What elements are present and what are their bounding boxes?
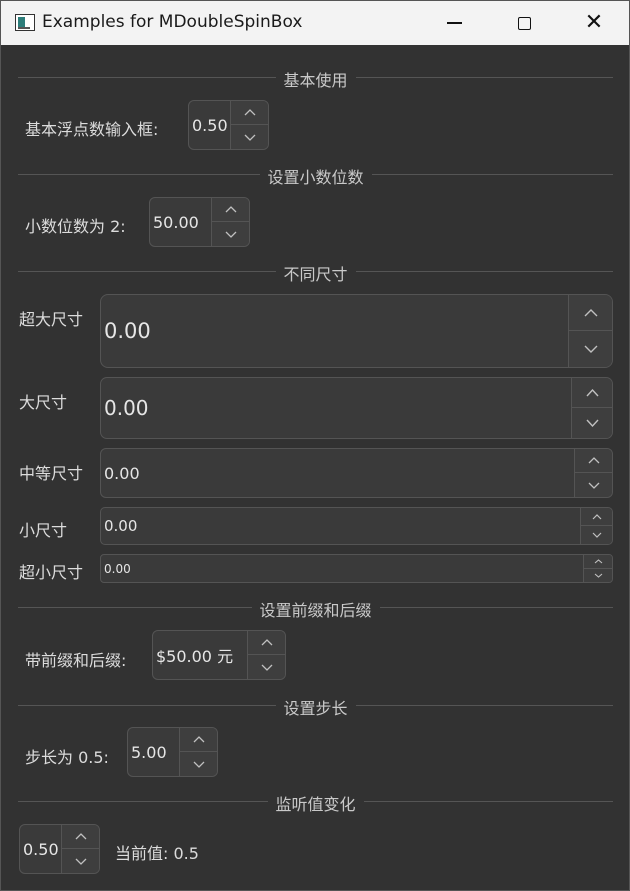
window-title: Examples for MDoubleSpinBox bbox=[42, 12, 303, 32]
decrement-button[interactable] bbox=[581, 526, 612, 544]
large-spinbox[interactable]: 0.00 bbox=[100, 377, 613, 439]
maximize-icon bbox=[517, 16, 531, 30]
basic-spinbox[interactable]: 0.50 bbox=[188, 100, 269, 150]
chevron-up-icon bbox=[592, 513, 602, 520]
section-title: 设置小数位数 bbox=[259, 164, 372, 188]
decrement-button[interactable] bbox=[569, 331, 612, 367]
chevron-down-icon bbox=[225, 231, 237, 238]
chevron-down-icon bbox=[244, 134, 256, 141]
chevron-up-icon bbox=[244, 109, 256, 116]
maximize-button[interactable] bbox=[489, 1, 559, 45]
spinbox-value[interactable]: 50.00 bbox=[153, 198, 199, 246]
decrement-button[interactable] bbox=[62, 849, 99, 873]
spinbox-value[interactable]: 0.00 bbox=[104, 555, 131, 582]
chevron-down-icon bbox=[594, 573, 603, 578]
section-title: 监听值变化 bbox=[267, 791, 364, 815]
decrement-button[interactable] bbox=[231, 125, 268, 149]
decrement-button[interactable] bbox=[575, 473, 612, 497]
close-button[interactable]: ✕ bbox=[559, 1, 629, 45]
chevron-up-icon bbox=[225, 206, 237, 213]
increment-button[interactable] bbox=[212, 198, 249, 222]
decrement-button[interactable] bbox=[180, 752, 217, 776]
chevron-down-icon bbox=[588, 482, 600, 489]
huge-spinbox[interactable]: 0.00 bbox=[100, 294, 613, 368]
spinbox-value[interactable]: 0.50 bbox=[192, 101, 228, 149]
section-title: 不同尺寸 bbox=[275, 261, 356, 285]
spinbox-value[interactable]: 0.50 bbox=[23, 825, 59, 873]
increment-button[interactable] bbox=[581, 508, 612, 526]
increment-button[interactable] bbox=[248, 631, 285, 655]
decrement-button[interactable] bbox=[248, 655, 285, 679]
section-divider-decimals: 设置小数位数 bbox=[18, 164, 613, 188]
main-window: Examples for MDoubleSpinBox ✕ 基本使用 基本浮点数… bbox=[0, 0, 630, 891]
small-spinbox[interactable]: 0.00 bbox=[100, 507, 613, 545]
medium-spinbox[interactable]: 0.00 bbox=[100, 448, 613, 498]
spinbox-value[interactable]: 0.00 bbox=[104, 295, 151, 367]
tiny-spinbox[interactable]: 0.00 bbox=[100, 554, 613, 583]
step-spinbox-label: 步长为 0.5: bbox=[25, 748, 109, 767]
chevron-up-icon bbox=[588, 457, 600, 464]
decimals-spinbox[interactable]: 50.00 bbox=[149, 197, 250, 247]
chevron-up-icon bbox=[193, 736, 205, 743]
chevron-down-icon bbox=[584, 345, 598, 353]
chevron-down-icon bbox=[193, 761, 205, 768]
chevron-up-icon bbox=[75, 833, 87, 840]
decrement-button[interactable] bbox=[584, 569, 612, 583]
close-icon: ✕ bbox=[584, 10, 604, 35]
section-divider-sizes: 不同尺寸 bbox=[18, 261, 613, 285]
increment-button[interactable] bbox=[180, 728, 217, 752]
minimize-icon bbox=[446, 22, 462, 24]
medium-spinbox-label: 中等尺寸 bbox=[19, 464, 84, 483]
spinbox-value[interactable]: 0.00 bbox=[104, 508, 137, 544]
increment-button[interactable] bbox=[231, 101, 268, 125]
section-title: 基本使用 bbox=[275, 67, 356, 91]
chevron-up-icon bbox=[584, 308, 598, 317]
large-spinbox-label: 大尺寸 bbox=[19, 393, 68, 412]
small-spinbox-label: 小尺寸 bbox=[19, 521, 68, 540]
spinbox-value[interactable]: 0.00 bbox=[104, 378, 149, 438]
section-divider-step: 设置步长 bbox=[18, 695, 613, 719]
section-divider-prefix-suffix: 设置前缀和后缀 bbox=[18, 597, 613, 621]
chevron-up-icon bbox=[261, 639, 273, 646]
prefix-suffix-spinbox[interactable]: $50.00 元 bbox=[152, 630, 286, 680]
increment-button[interactable] bbox=[584, 555, 612, 569]
title-bar[interactable]: Examples for MDoubleSpinBox ✕ bbox=[1, 1, 629, 45]
minimize-button[interactable] bbox=[419, 1, 489, 45]
section-title: 设置前缀和后缀 bbox=[251, 597, 380, 621]
decrement-button[interactable] bbox=[212, 222, 249, 246]
section-divider-listen: 监听值变化 bbox=[18, 791, 613, 815]
step-spinbox[interactable]: 5.00 bbox=[127, 727, 218, 777]
section-divider-basic: 基本使用 bbox=[18, 67, 613, 91]
increment-button[interactable] bbox=[569, 295, 612, 331]
listen-spinbox[interactable]: 0.50 bbox=[19, 824, 100, 874]
chevron-up-icon bbox=[594, 559, 603, 564]
spinbox-value[interactable]: 0.00 bbox=[104, 449, 140, 497]
chevron-down-icon bbox=[75, 858, 87, 865]
chevron-down-icon bbox=[261, 664, 273, 671]
decimals-spinbox-label: 小数位数为 2: bbox=[25, 217, 126, 236]
app-icon bbox=[15, 14, 35, 31]
spinbox-value[interactable]: $50.00 元 bbox=[156, 631, 233, 679]
prefix-suffix-spinbox-label: 带前缀和后缀: bbox=[25, 651, 127, 670]
chevron-down-icon bbox=[592, 532, 602, 538]
spinbox-value[interactable]: 5.00 bbox=[131, 728, 167, 776]
tiny-spinbox-label: 超小尺寸 bbox=[19, 563, 84, 582]
chevron-up-icon bbox=[585, 388, 599, 397]
huge-spinbox-label: 超大尺寸 bbox=[19, 310, 84, 329]
section-title: 设置步长 bbox=[275, 695, 356, 719]
decrement-button[interactable] bbox=[572, 408, 612, 438]
chevron-down-icon bbox=[585, 419, 599, 427]
increment-button[interactable] bbox=[572, 378, 612, 408]
increment-button[interactable] bbox=[575, 449, 612, 473]
current-value-label: 当前值: 0.5 bbox=[115, 844, 199, 863]
increment-button[interactable] bbox=[62, 825, 99, 849]
basic-spinbox-label: 基本浮点数输入框: bbox=[25, 120, 159, 139]
